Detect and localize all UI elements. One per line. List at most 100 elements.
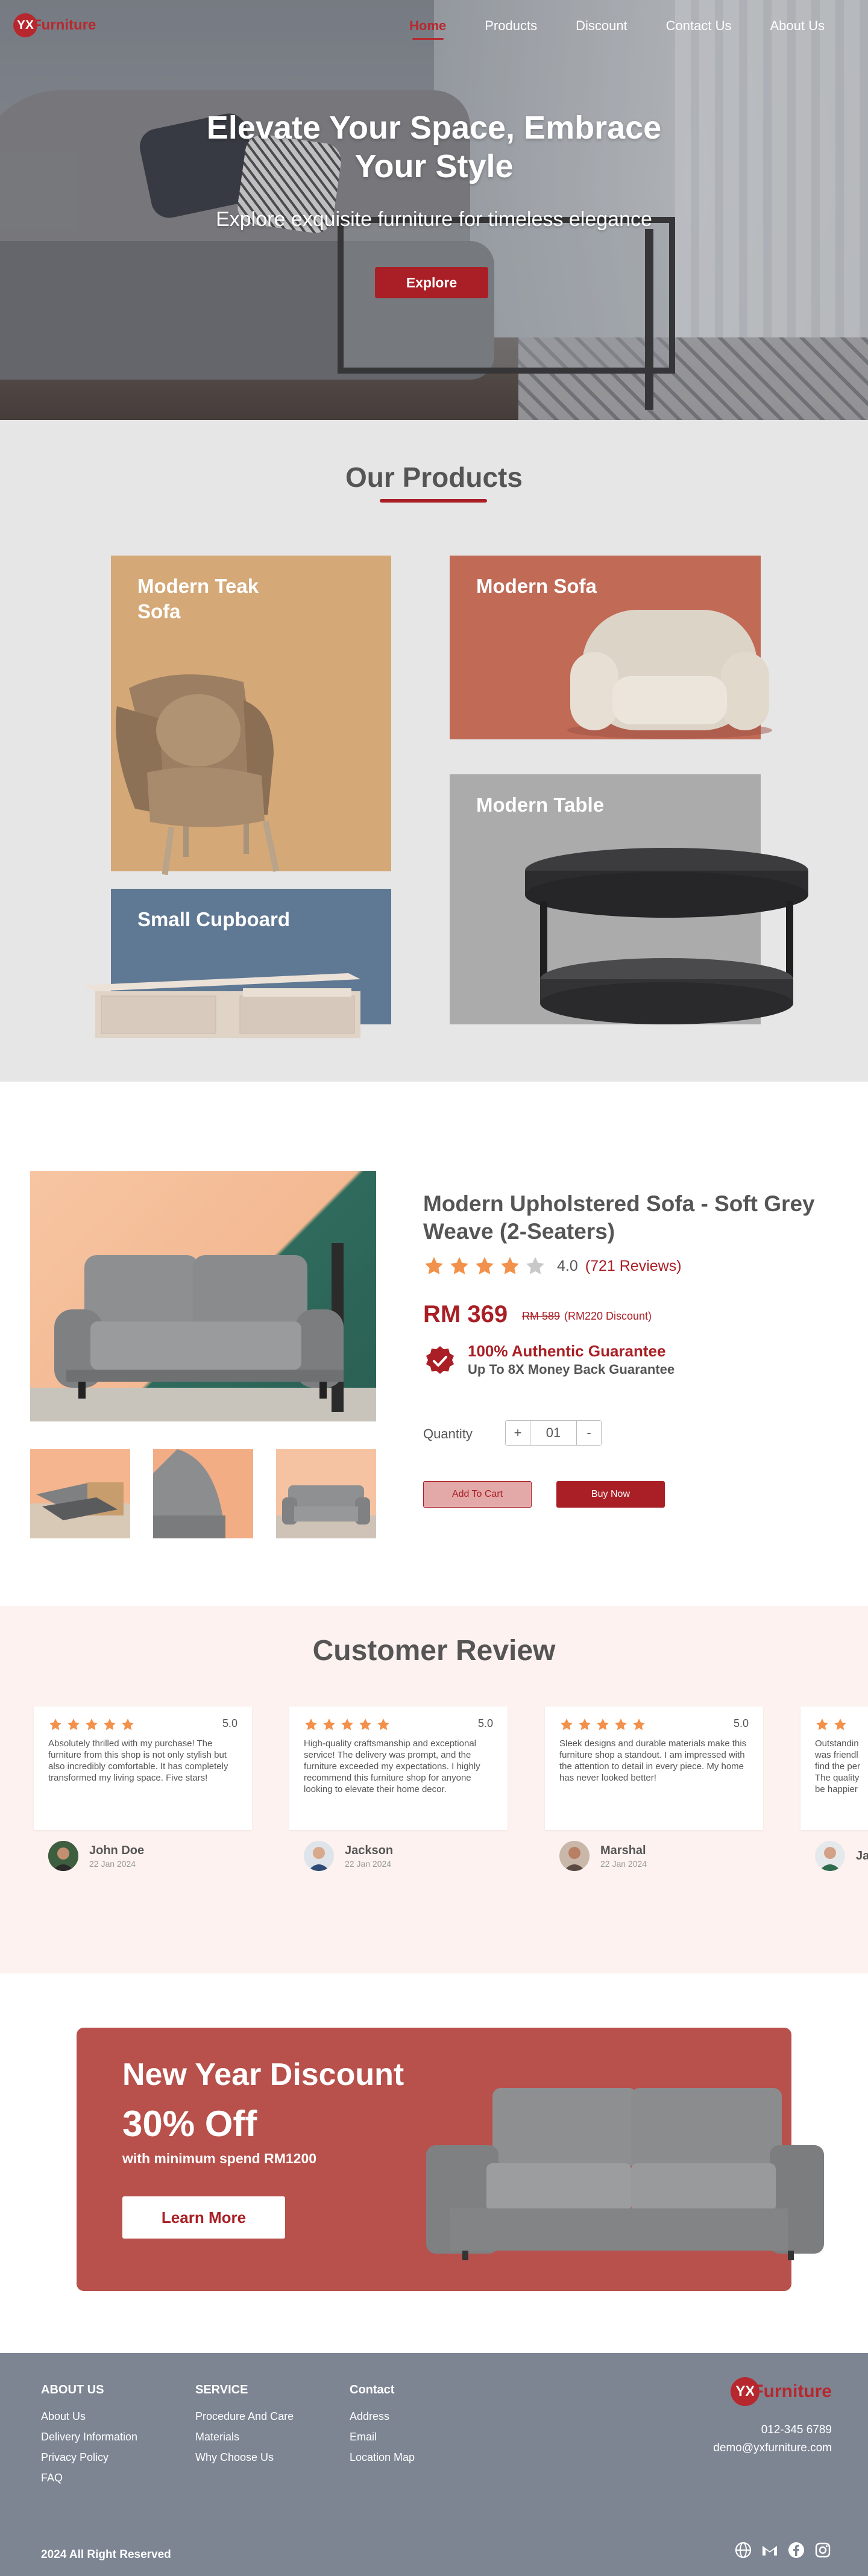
brand-logo[interactable]: YX Furniture: [13, 13, 96, 37]
quantity-input[interactable]: [530, 1421, 577, 1445]
footer-link-location-map[interactable]: Location Map: [350, 2451, 415, 2464]
facebook-icon[interactable]: [787, 2541, 805, 2559]
product-thumbnail-1[interactable]: [30, 1449, 130, 1538]
star-icon: [633, 1719, 645, 1731]
reviewer-name: Marshal: [600, 1843, 646, 1857]
explore-button[interactable]: Explore: [375, 267, 488, 298]
brand-name: Furniture: [752, 2381, 832, 2401]
star-empty-icon: [526, 1257, 544, 1274]
footer-link-delivery-information[interactable]: Delivery Information: [41, 2431, 137, 2443]
avatar: [48, 1841, 78, 1871]
footer-heading: ABOUT US: [41, 2383, 104, 2396]
product-title: Modern Upholstered Sofa - Soft Grey Weav…: [423, 1191, 815, 1244]
footer-link-email[interactable]: Email: [350, 2431, 415, 2443]
footer-link-faq[interactable]: FAQ: [41, 2472, 137, 2484]
current-price: RM 369: [423, 1301, 508, 1327]
instagram-icon[interactable]: [814, 2541, 832, 2559]
gmail-icon[interactable]: [761, 2541, 779, 2559]
footer-link-about-us[interactable]: About Us: [41, 2410, 137, 2423]
product-card-label: Modern Table: [476, 794, 605, 816]
products-section: Our Products Modern Teak Sofa Modern Sof…: [0, 420, 868, 1082]
hero-title: Elevate Your Space, Embrace Your Style: [206, 110, 662, 184]
review-text: Absolutely thrilled with my purchase! Th…: [48, 1738, 228, 1783]
footer-link-procedure-and-care[interactable]: Procedure And Care: [195, 2410, 294, 2423]
avatar: [304, 1841, 334, 1871]
learn-more-button[interactable]: Learn More: [122, 2196, 285, 2239]
review-score: 5.0: [733, 1717, 749, 1729]
star-icon: [816, 1719, 828, 1731]
customer-review-section: Customer Review 5.0 Absolutely thrilled …: [0, 1606, 868, 1973]
product-card-label: Modern Teak Sofa: [137, 575, 259, 622]
footer-link-why-choose-us[interactable]: Why Choose Us: [195, 2451, 294, 2464]
product-thumbnail-3[interactable]: [276, 1449, 376, 1538]
product-main-image[interactable]: [30, 1171, 376, 1421]
star-icon: [86, 1719, 98, 1731]
product-card-modern-teak-sofa[interactable]: Modern Teak Sofa: [111, 556, 391, 876]
reviewer-name: John Doe: [89, 1843, 145, 1857]
product-card-modern-table[interactable]: Modern Table: [450, 774, 808, 1024]
footer-link-materials[interactable]: Materials: [195, 2431, 294, 2443]
teak-armchair-image: [116, 674, 280, 876]
original-price: RM 589: [522, 1310, 561, 1322]
star-icon: [122, 1719, 134, 1731]
reviewer: John Doe 22 Jan 2024: [48, 1841, 144, 1871]
quantity-increase-button[interactable]: +: [506, 1421, 530, 1445]
reviewer: Ja: [815, 1841, 868, 1871]
star-icon: [450, 1257, 468, 1274]
star-icon: [834, 1719, 846, 1731]
reviews-count-link[interactable]: (721 Reviews): [585, 1258, 682, 1275]
review-date: 22 Jan 2024: [89, 1858, 136, 1869]
globe-icon[interactable]: [734, 2541, 752, 2559]
reviewer: Jackson 22 Jan 2024: [304, 1841, 393, 1871]
product-card-modern-sofa[interactable]: Modern Sofa: [450, 556, 772, 739]
promo-percentage: 30% Off: [122, 2104, 257, 2144]
nav-products[interactable]: Products: [465, 18, 556, 34]
products-title: Our Products: [345, 462, 523, 493]
verified-badge-icon: [426, 1346, 454, 1374]
rating-value: 4.0: [557, 1257, 578, 1274]
discount-amount: (RM220 Discount): [564, 1310, 652, 1322]
guarantee-subtitle: Up To 8X Money Back Guarantee: [468, 1362, 675, 1377]
discount-section: New Year Discount 30% Off with minimum s…: [0, 1973, 868, 2353]
star-icon: [323, 1719, 335, 1731]
footer: ABOUT US About Us Delivery Information P…: [0, 2353, 868, 2576]
social-links: [734, 2541, 832, 2559]
modern-table-image: [525, 848, 808, 1024]
footer-phone: 012-345 6789: [761, 2424, 832, 2436]
footer-link-address[interactable]: Address: [350, 2410, 415, 2423]
review-stars: [815, 1717, 868, 1732]
promo-title: New Year Discount: [122, 2057, 404, 2092]
reviewer: Marshal 22 Jan 2024: [559, 1841, 647, 1871]
star-icon: [579, 1719, 591, 1731]
footer-service-column: SERVICE Procedure And Care Materials Why…: [195, 2383, 294, 2472]
reviewer-name: Ja: [856, 1849, 868, 1863]
avatar: [559, 1841, 590, 1871]
nav-home[interactable]: Home: [390, 18, 465, 34]
footer-brand-logo[interactable]: YX Furniture: [731, 2377, 832, 2406]
product-card-small-cupboard[interactable]: Small Cupboard: [83, 889, 391, 1038]
footer-about-column: ABOUT US About Us Delivery Information P…: [41, 2383, 137, 2492]
hero-subtitle: Explore exquisite furniture for timeless…: [216, 208, 652, 231]
footer-email[interactable]: demo@yxfurniture.com: [713, 2442, 832, 2455]
star-icon: [597, 1719, 609, 1731]
modern-armchair-image: [567, 610, 772, 739]
quantity-decrease-button[interactable]: -: [577, 1421, 601, 1445]
guarantee-title: 100% Authentic Guarantee: [468, 1342, 666, 1360]
review-card: 5.0 Sleek designs and durable materials …: [545, 1706, 763, 1830]
buy-now-button[interactable]: Buy Now: [556, 1481, 665, 1508]
nav-discount[interactable]: Discount: [556, 18, 647, 34]
review-card: 5.0 High-quality craftsmanship and excep…: [289, 1706, 508, 1830]
product-thumbnail-2[interactable]: [153, 1449, 253, 1538]
page: YX Furniture Home Products Discount Cont…: [0, 0, 868, 2576]
nav-contact-us[interactable]: Contact Us: [647, 18, 751, 34]
brand-name: Furniture: [33, 17, 96, 33]
footer-link-privacy-policy[interactable]: Privacy Policy: [41, 2451, 137, 2464]
star-icon: [425, 1257, 443, 1274]
add-to-cart-button[interactable]: Add To Cart: [423, 1481, 532, 1508]
promo-condition: with minimum spend RM1200: [122, 2151, 317, 2166]
review-score: 5.0: [222, 1717, 237, 1729]
review-date: 22 Jan 2024: [600, 1858, 647, 1869]
nav-about-us[interactable]: About Us: [751, 18, 844, 34]
review-card: 5.0 Absolutely thrilled with my purchase…: [34, 1706, 252, 1830]
promo-sofa-image: [426, 2088, 824, 2260]
